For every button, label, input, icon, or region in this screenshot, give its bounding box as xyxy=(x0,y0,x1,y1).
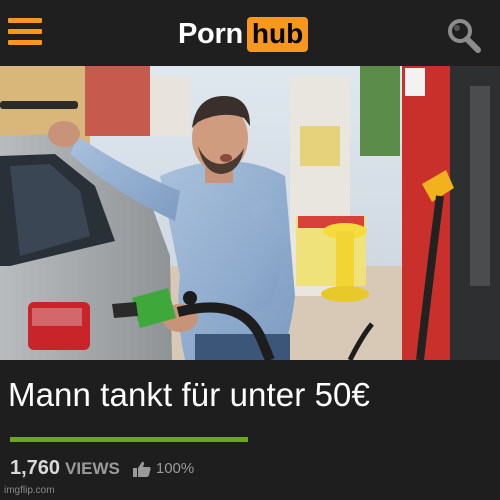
app-header: Porn hub xyxy=(0,0,500,66)
thumbs-up-icon xyxy=(132,461,151,477)
video-thumbnail[interactable] xyxy=(0,66,500,360)
video-title[interactable]: Mann tankt für unter 50€ xyxy=(8,376,370,414)
views-count: 1,760 xyxy=(10,457,61,479)
rating-bar xyxy=(10,437,248,442)
site-logo[interactable]: Porn hub xyxy=(178,14,309,54)
hamburger-menu-icon[interactable] xyxy=(4,16,42,48)
logo-left-text: Porn xyxy=(178,17,243,50)
views-label: VIEWS xyxy=(65,458,120,478)
logo-right-badge: hub xyxy=(246,16,309,52)
watermark: imgflip.com xyxy=(4,485,55,496)
rating-bar-fill xyxy=(10,437,248,442)
rating-percentage: 100% xyxy=(155,460,195,477)
search-icon[interactable] xyxy=(444,16,484,56)
video-stats: 1,760 VIEWS 100% xyxy=(10,457,194,480)
man-refueling-car-photo xyxy=(0,66,500,360)
